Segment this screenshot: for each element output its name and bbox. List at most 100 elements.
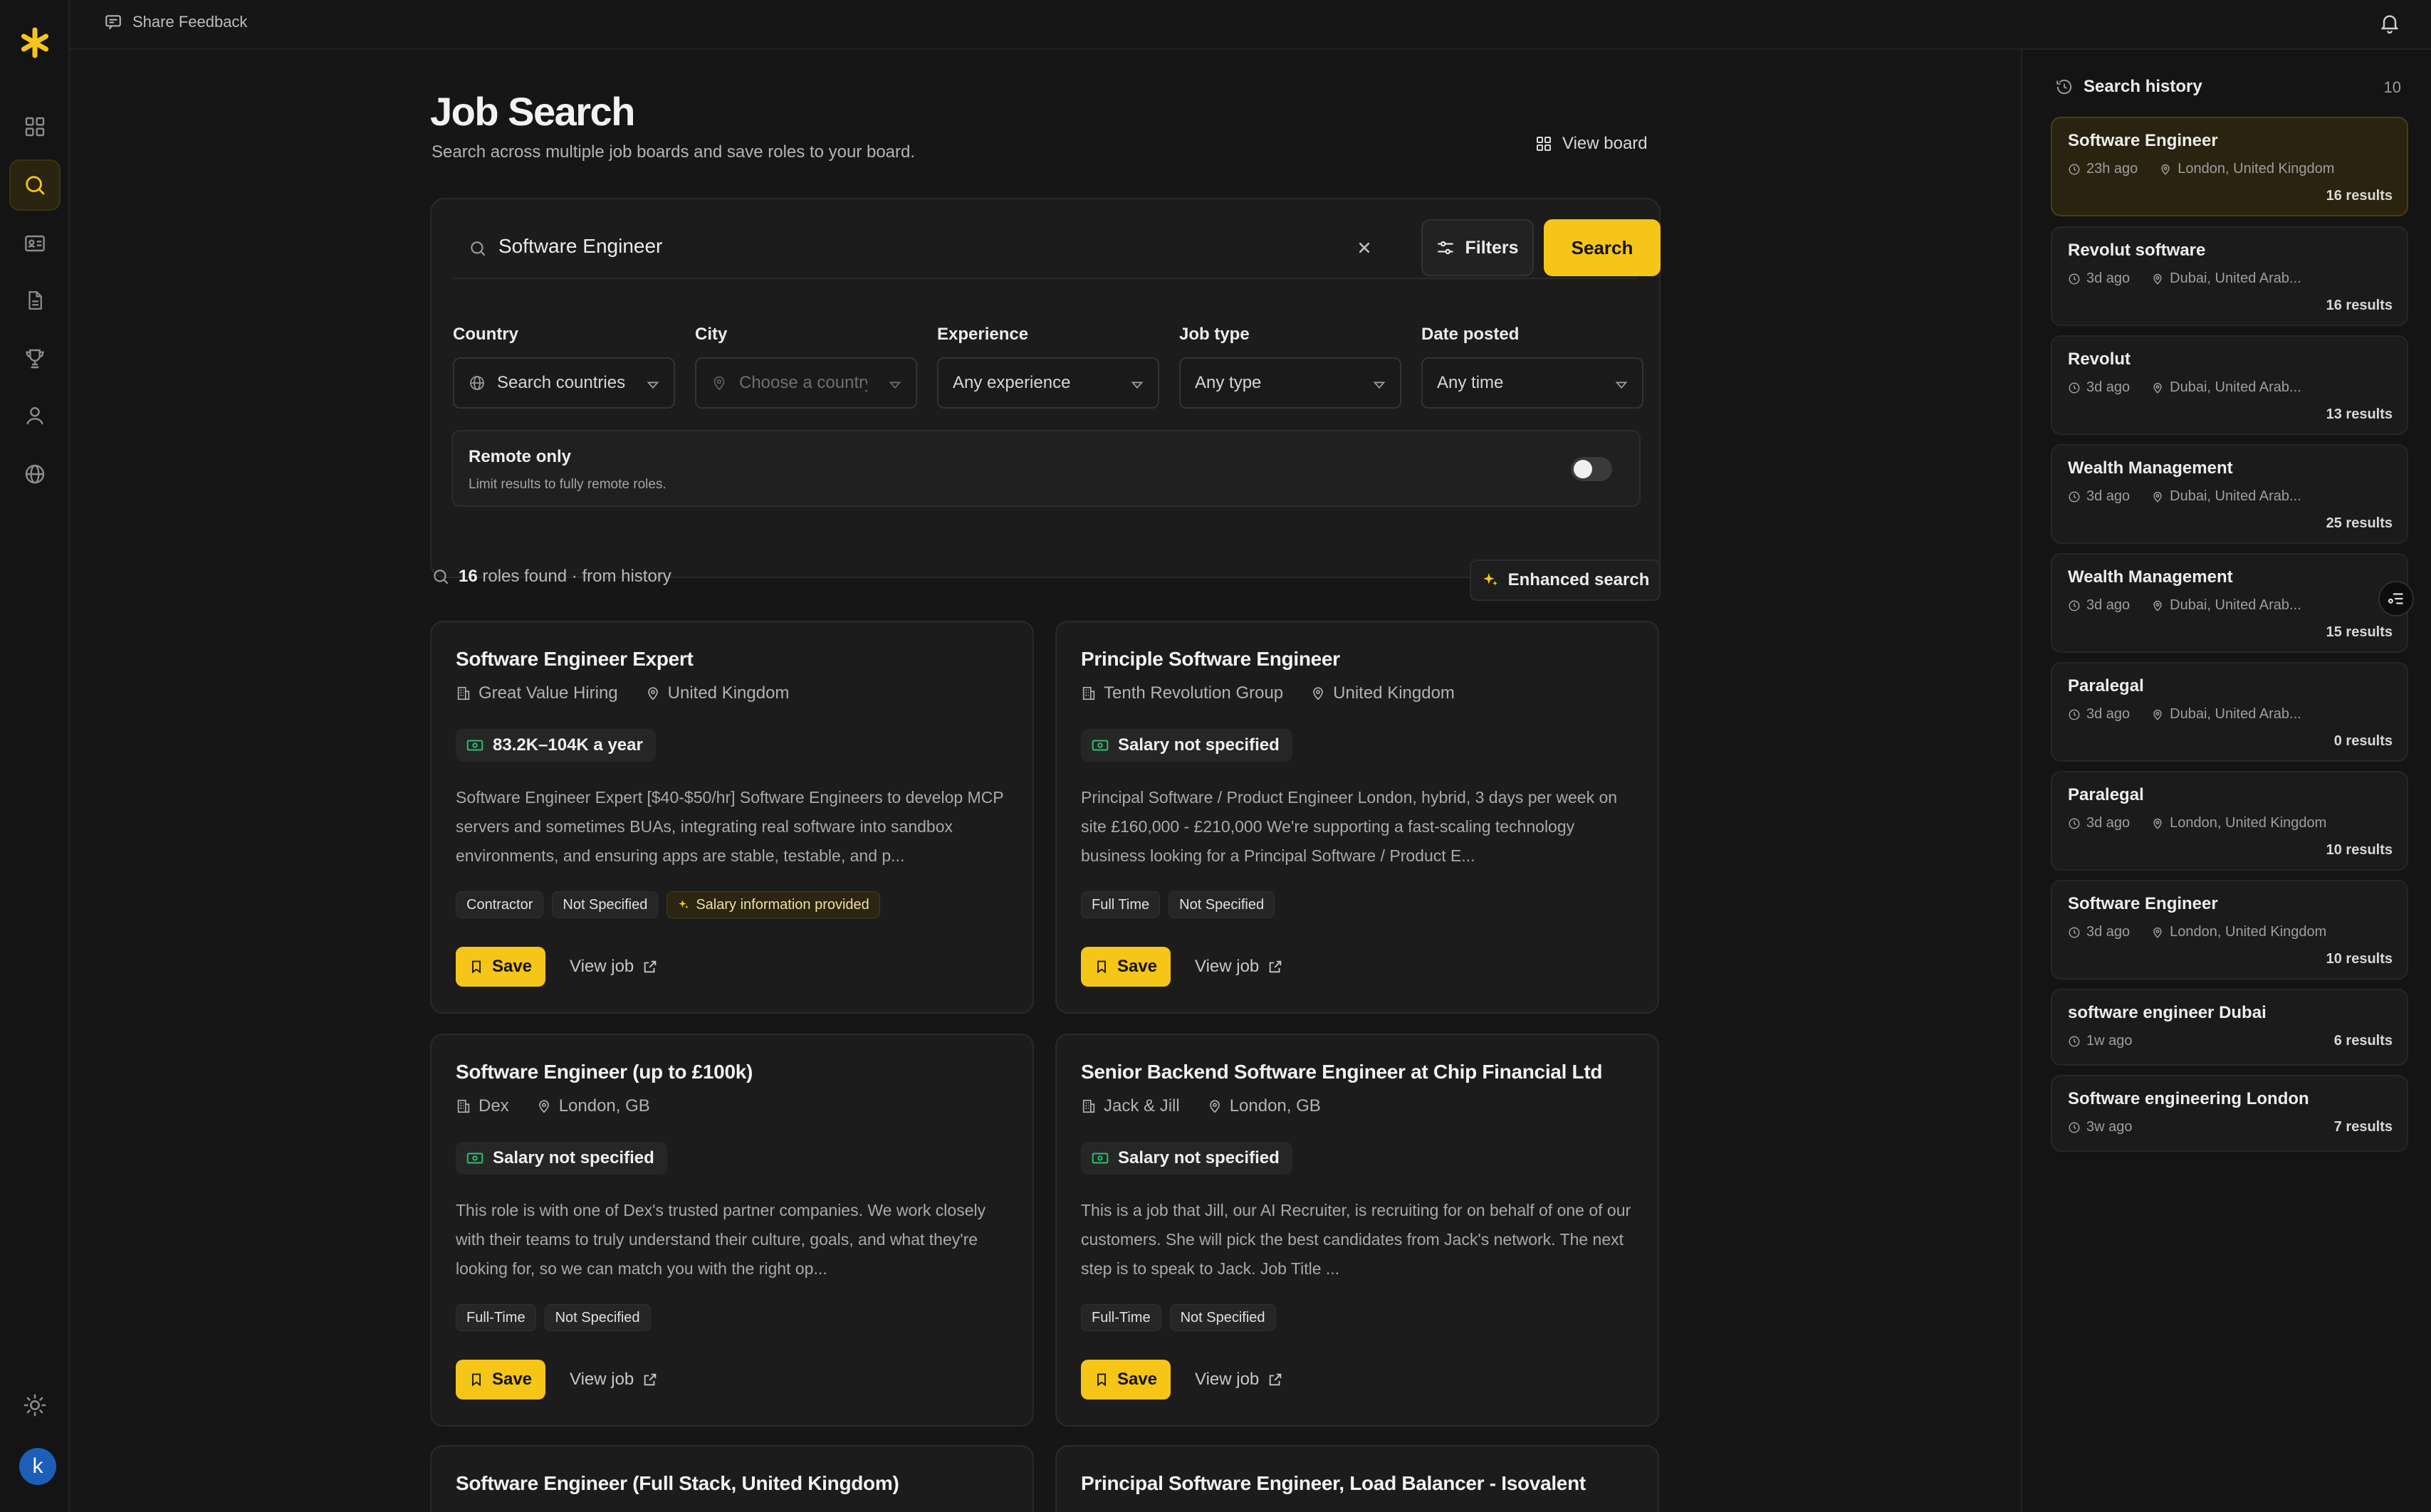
job-card: Software Engineer Expert Great Value Hir…	[430, 621, 1034, 1014]
building-icon	[456, 1098, 471, 1114]
globe-icon	[23, 463, 46, 485]
history-item[interactable]: Revolut software 3d ago Dubai, United Ar…	[2051, 226, 2408, 326]
save-button[interactable]: Save	[1081, 947, 1171, 987]
clock-icon	[2068, 817, 2081, 830]
user-avatar[interactable]: k	[19, 1448, 56, 1485]
history-item[interactable]: Software engineering London 3w ago 7 res…	[2051, 1075, 2408, 1152]
search-bar: Filters Search	[453, 219, 1661, 279]
results-count: 16	[459, 567, 478, 586]
banknote-icon	[466, 1149, 484, 1167]
save-label: Save	[491, 1370, 533, 1389]
clock-icon	[2068, 382, 2081, 394]
clock-icon	[2068, 163, 2081, 176]
bell-icon	[2378, 11, 2401, 34]
view-board-button[interactable]: View board	[1535, 134, 1648, 154]
nav-achievements[interactable]	[9, 333, 61, 384]
job-title[interactable]: Software Engineer (Full Stack, United Ki…	[456, 1472, 899, 1495]
history-item-time: 3d ago	[2086, 597, 2131, 613]
search-button[interactable]: Search	[1544, 219, 1661, 276]
history-item-meta: 3d ago Dubai, United Arab...	[2068, 271, 2301, 287]
search-history-header: Search history	[2055, 77, 2202, 97]
chevron-down-icon	[887, 377, 903, 393]
save-button[interactable]: Save	[456, 1360, 545, 1400]
history-item-title: software engineer Dubai	[2068, 1003, 2267, 1022]
job-tags: Full Time Not Specified	[1081, 891, 1275, 918]
job-company: Jack & Jill	[1104, 1096, 1180, 1115]
job-card: Software Engineer (up to £100k) Dex Lond…	[430, 1034, 1034, 1427]
remote-only-toggle[interactable]	[1571, 457, 1612, 481]
history-item-time: 1w ago	[2086, 1033, 2133, 1049]
search-history-count: 10	[2383, 78, 2401, 96]
job-card: Senior Backend Software Engineer at Chip…	[1055, 1034, 1659, 1427]
nav-profile-card[interactable]	[9, 218, 61, 269]
job-title[interactable]: Principle Software Engineer	[1081, 648, 1340, 671]
history-item[interactable]: Wealth Management 3d ago Dubai, United A…	[2051, 553, 2408, 653]
filter-list-button[interactable]	[2378, 581, 2414, 616]
chevron-down-icon	[1371, 377, 1387, 393]
history-item[interactable]: Paralegal 3d ago London, United Kingdom …	[2051, 771, 2408, 871]
history-item[interactable]: Software Engineer 3d ago London, United …	[2051, 880, 2408, 980]
nav-job-search[interactable]	[9, 159, 61, 211]
history-item-meta: 3d ago Dubai, United Arab...	[2068, 379, 2301, 396]
nav-dashboard[interactable]	[9, 101, 61, 152]
chevron-down-icon	[645, 377, 661, 393]
save-button[interactable]: Save	[1081, 1360, 1171, 1400]
map-pin-icon	[1207, 1098, 1223, 1114]
salary-text: Salary not specified	[1118, 735, 1280, 755]
history-item[interactable]: software engineer Dubai 1w ago 6 results	[2051, 989, 2408, 1066]
filters-button[interactable]: Filters	[1421, 219, 1534, 276]
left-rail: k	[0, 0, 70, 1512]
nav-account[interactable]	[9, 390, 61, 441]
theme-toggle[interactable]	[9, 1380, 61, 1431]
job-type-select[interactable]: Any type	[1179, 357, 1401, 409]
tag: Not Specified	[1169, 891, 1275, 918]
results-summary: 16 roles found · from history	[432, 567, 671, 587]
history-item[interactable]: Paralegal 3d ago Dubai, United Arab... 0…	[2051, 662, 2408, 762]
nav-documents[interactable]	[9, 275, 61, 326]
job-type-value: Any type	[1195, 373, 1262, 392]
history-item-title: Paralegal	[2068, 785, 2144, 804]
share-feedback-button[interactable]: Share Feedback	[104, 13, 247, 31]
salary-badge: 83.2K–104K a year	[456, 729, 656, 762]
history-item[interactable]: Software Engineer 23h ago London, United…	[2051, 117, 2408, 216]
experience-select[interactable]: Any experience	[937, 357, 1159, 409]
view-job-link[interactable]: View job	[570, 957, 658, 977]
view-job-link[interactable]: View job	[1195, 957, 1283, 977]
search-panel: Filters Search Country Search countries …	[430, 198, 1661, 578]
map-pin-icon	[645, 686, 661, 701]
history-item-location: London, United Kingdom	[2170, 924, 2327, 940]
view-job-link[interactable]: View job	[1195, 1370, 1283, 1390]
country-select[interactable]: Search countries	[453, 357, 675, 409]
job-title[interactable]: Senior Backend Software Engineer at Chip…	[1081, 1061, 1602, 1083]
job-company: Great Value Hiring	[479, 683, 618, 703]
id-card-icon	[23, 232, 46, 255]
country-label: Country	[453, 325, 518, 344]
map-pin-icon	[1310, 686, 1326, 701]
history-item-title: Revolut	[2068, 350, 2131, 369]
history-item-title: Software Engineer	[2068, 894, 2218, 913]
city-select[interactable]: Choose a country	[695, 357, 917, 409]
history-item[interactable]: Revolut 3d ago Dubai, United Arab... 13 …	[2051, 335, 2408, 435]
history-item[interactable]: Wealth Management 3d ago Dubai, United A…	[2051, 444, 2408, 544]
building-icon	[456, 686, 471, 701]
enhanced-search-button[interactable]: Enhanced search	[1470, 560, 1661, 601]
search-input[interactable]	[498, 235, 1282, 258]
banknote-icon	[1091, 736, 1109, 755]
remote-only-subtitle: Limit results to fully remote roles.	[469, 477, 666, 492]
bookmark-icon	[469, 1372, 483, 1387]
job-title[interactable]: Software Engineer (up to £100k)	[456, 1061, 753, 1083]
view-job-link[interactable]: View job	[570, 1370, 658, 1390]
save-button[interactable]: Save	[456, 947, 545, 987]
history-item-results: 10 results	[2326, 951, 2393, 967]
clear-search-icon[interactable]	[1354, 238, 1374, 258]
job-title[interactable]: Software Engineer Expert	[456, 648, 694, 671]
nav-global[interactable]	[9, 448, 61, 500]
job-description: This is a job that Jill, our AI Recruite…	[1081, 1201, 1631, 1278]
notifications-button[interactable]	[2378, 11, 2401, 34]
history-item-time: 23h ago	[2086, 161, 2138, 177]
remote-only-row: Remote only Limit results to fully remot…	[451, 430, 1641, 507]
job-title[interactable]: Principal Software Engineer, Load Balanc…	[1081, 1472, 1586, 1495]
date-posted-select[interactable]: Any time	[1421, 357, 1643, 409]
app-logo[interactable]	[19, 27, 51, 58]
globe-icon	[469, 374, 486, 392]
